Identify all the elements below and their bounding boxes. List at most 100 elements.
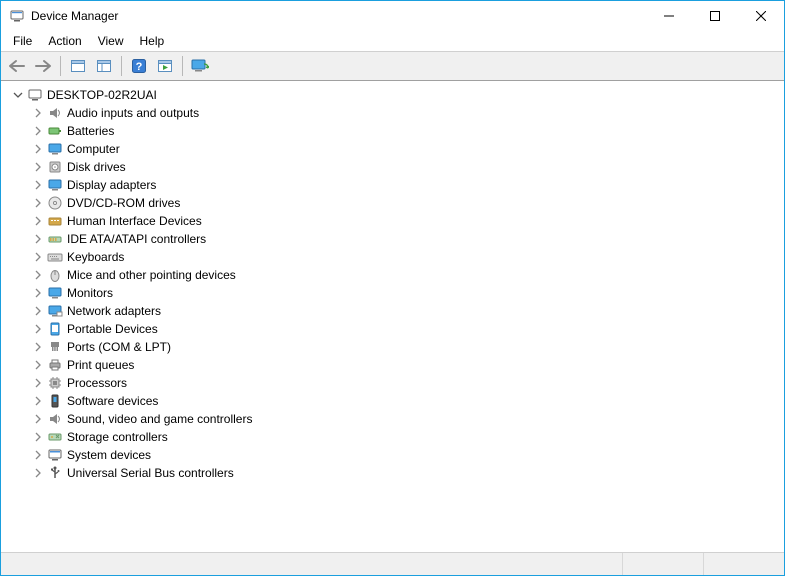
chevron-right-icon[interactable] xyxy=(31,394,45,408)
software-icon xyxy=(47,393,63,409)
chevron-right-icon[interactable] xyxy=(31,142,45,156)
status-panel xyxy=(703,553,784,575)
tree-node-label: Sound, video and game controllers xyxy=(67,412,252,426)
tree-node-label: Storage controllers xyxy=(67,430,168,444)
chevron-right-icon[interactable] xyxy=(31,106,45,120)
chevron-right-icon[interactable] xyxy=(31,448,45,462)
chevron-right-icon[interactable] xyxy=(31,268,45,282)
toolbar-back-button[interactable] xyxy=(5,54,29,78)
toolbar-show-hidden-button[interactable] xyxy=(66,54,90,78)
chevron-right-icon[interactable] xyxy=(31,196,45,210)
tree-node[interactable]: Sound, video and game controllers xyxy=(31,410,784,428)
tree-node-label: Audio inputs and outputs xyxy=(67,106,199,120)
tree-node[interactable]: Print queues xyxy=(31,356,784,374)
tree-root-node[interactable]: DESKTOP-02R2UAI xyxy=(11,86,784,104)
portable-icon xyxy=(47,321,63,337)
menu-help[interactable]: Help xyxy=(132,32,173,50)
keyboard-icon xyxy=(47,249,63,265)
tree-node-label: Ports (COM & LPT) xyxy=(67,340,171,354)
menu-file[interactable]: File xyxy=(5,32,40,50)
tree-node-label: DVD/CD-ROM drives xyxy=(67,196,180,210)
chevron-right-icon[interactable] xyxy=(31,124,45,138)
chevron-right-icon[interactable] xyxy=(31,466,45,480)
tree-node[interactable]: Batteries xyxy=(31,122,784,140)
tree-node[interactable]: Disk drives xyxy=(31,158,784,176)
chevron-right-icon[interactable] xyxy=(31,322,45,336)
device-tree[interactable]: DESKTOP-02R2UAI Audio inputs and outputs… xyxy=(1,81,784,552)
chevron-right-icon[interactable] xyxy=(31,160,45,174)
maximize-button[interactable] xyxy=(692,1,738,31)
monitor-icon xyxy=(47,141,63,157)
tree-node[interactable]: Monitors xyxy=(31,284,784,302)
tree-node[interactable]: Universal Serial Bus controllers xyxy=(31,464,784,482)
chevron-right-icon[interactable] xyxy=(31,286,45,300)
printer-icon xyxy=(47,357,63,373)
titlebar: Device Manager xyxy=(1,1,784,31)
menu-action[interactable]: Action xyxy=(40,32,89,50)
close-button[interactable] xyxy=(738,1,784,31)
network-icon xyxy=(47,303,63,319)
status-panel xyxy=(622,553,703,575)
chevron-right-icon[interactable] xyxy=(31,376,45,390)
tree-node[interactable]: Display adapters xyxy=(31,176,784,194)
chevron-right-icon[interactable] xyxy=(31,250,45,264)
toolbar-properties-button[interactable] xyxy=(92,54,116,78)
svg-text:?: ? xyxy=(136,61,143,73)
chevron-right-icon[interactable] xyxy=(31,178,45,192)
tree-node-label: Software devices xyxy=(67,394,158,408)
toolbar-scan-button[interactable] xyxy=(188,54,212,78)
toolbar-separator xyxy=(121,56,122,76)
toolbar-action-button[interactable] xyxy=(153,54,177,78)
tree-node[interactable]: Portable Devices xyxy=(31,320,784,338)
hid-icon xyxy=(47,213,63,229)
tree-node-label: System devices xyxy=(67,448,151,462)
tree-node-label: Universal Serial Bus controllers xyxy=(67,466,234,480)
chevron-right-icon[interactable] xyxy=(31,232,45,246)
monitor-icon xyxy=(47,177,63,193)
tree-node[interactable]: Human Interface Devices xyxy=(31,212,784,230)
chevron-right-icon[interactable] xyxy=(31,304,45,318)
chevron-right-icon[interactable] xyxy=(31,340,45,354)
chevron-right-icon[interactable] xyxy=(31,214,45,228)
window-title: Device Manager xyxy=(31,9,118,23)
tree-node-label: Portable Devices xyxy=(67,322,158,336)
tree-node-label: IDE ATA/ATAPI controllers xyxy=(67,232,206,246)
usb-icon xyxy=(47,465,63,481)
tree-node[interactable]: Network adapters xyxy=(31,302,784,320)
tree-node[interactable]: Storage controllers xyxy=(31,428,784,446)
tree-node[interactable]: System devices xyxy=(31,446,784,464)
audio-icon xyxy=(47,105,63,121)
menubar: File Action View Help xyxy=(1,31,784,51)
chevron-right-icon[interactable] xyxy=(31,358,45,372)
status-panel xyxy=(1,553,622,575)
chevron-right-icon[interactable] xyxy=(31,430,45,444)
tree-node-label: Monitors xyxy=(67,286,113,300)
mouse-icon xyxy=(47,267,63,283)
chevron-down-icon[interactable] xyxy=(11,88,25,102)
tree-node[interactable]: Software devices xyxy=(31,392,784,410)
tree-node[interactable]: IDE ATA/ATAPI controllers xyxy=(31,230,784,248)
app-icon xyxy=(9,8,25,24)
tree-node-label: Human Interface Devices xyxy=(67,214,202,228)
tree-node[interactable]: Ports (COM & LPT) xyxy=(31,338,784,356)
toolbar-separator xyxy=(60,56,61,76)
disk-icon xyxy=(47,159,63,175)
tree-node[interactable]: Keyboards xyxy=(31,248,784,266)
tree-node-label: Keyboards xyxy=(67,250,124,264)
tree-node-label: Disk drives xyxy=(67,160,126,174)
tree-node-label: Network adapters xyxy=(67,304,161,318)
toolbar-help-button[interactable]: ? xyxy=(127,54,151,78)
cpu-icon xyxy=(47,375,63,391)
tree-node[interactable]: Computer xyxy=(31,140,784,158)
chevron-right-icon[interactable] xyxy=(31,412,45,426)
tree-node[interactable]: Mice and other pointing devices xyxy=(31,266,784,284)
system-icon xyxy=(47,447,63,463)
tree-node-label: Display adapters xyxy=(67,178,156,192)
tree-node[interactable]: Processors xyxy=(31,374,784,392)
device-manager-window: Device Manager File Action View Help xyxy=(0,0,785,576)
tree-node[interactable]: Audio inputs and outputs xyxy=(31,104,784,122)
tree-node[interactable]: DVD/CD-ROM drives xyxy=(31,194,784,212)
menu-view[interactable]: View xyxy=(90,32,132,50)
minimize-button[interactable] xyxy=(646,1,692,31)
toolbar-forward-button[interactable] xyxy=(31,54,55,78)
